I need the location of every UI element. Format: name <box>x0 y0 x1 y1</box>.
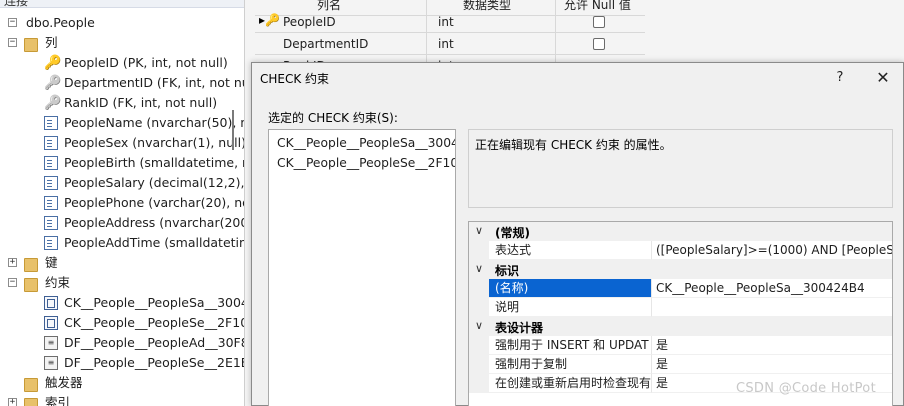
property-name: (名称) <box>489 279 652 298</box>
check-constraint-dialog: CHECK 约束 ? ✕ 选定的 CHECK 约束(S): CK__People… <box>251 62 904 406</box>
column-label: PeopleAddress (nvarchar(200 <box>64 215 245 230</box>
column-label: DepartmentID (FK, int, not nu <box>64 75 245 90</box>
default-constraint-icon: ≡ <box>44 336 58 350</box>
check-constraint-icon <box>44 296 58 310</box>
description-panel: 正在编辑现有 CHECK 约束 的属性。 <box>468 129 893 208</box>
property-value[interactable]: 是 <box>652 355 892 374</box>
collapse-icon[interactable]: ∨ <box>475 224 483 237</box>
constraint-list-item[interactable]: CK__People__PeopleSe__2F1000 <box>277 154 455 172</box>
column-label: PeopleAddTime (smalldatetim <box>64 235 245 250</box>
constraint-label: DF__People__PeopleAd__30F8 <box>64 335 245 350</box>
data-type-cell[interactable]: int <box>431 33 556 55</box>
constraint-label: CK__People__PeopleSe__2F10 <box>64 315 245 330</box>
constraints-folder-label: 约束 <box>45 275 71 290</box>
column-label: PeopleName (nvarchar(50), n <box>64 115 245 130</box>
property-description[interactable]: 说明 <box>469 298 892 317</box>
description-text: 正在编辑现有 CHECK 约束 的属性。 <box>475 138 672 152</box>
property-name: 强制用于 INSERT 和 UPDAT <box>489 336 652 355</box>
dialog-title: CHECK 约束 <box>260 72 330 86</box>
collapse-icon[interactable]: ∨ <box>475 319 483 332</box>
table-name: dbo.People <box>26 15 95 30</box>
selected-constraints-label: 选定的 CHECK 约束(S): <box>268 111 398 125</box>
collapse-icon[interactable]: − <box>8 38 17 47</box>
property-name-row[interactable]: (名称) CK__People__PeopleSa__300424B4 <box>469 279 892 298</box>
constraint-label: CK__People__PeopleSa__3004 <box>64 295 245 310</box>
explorer-scrollbar[interactable] <box>232 110 234 150</box>
category-general[interactable]: ∨ (常规) <box>469 222 892 241</box>
column-label: PeopleID (PK, int, not null) <box>64 55 228 70</box>
property-grid[interactable]: ∨ (常规) 表达式 ([PeopleSalary]>=(1000) AND [… <box>468 221 893 406</box>
folder-icon <box>24 378 38 392</box>
grid-row[interactable]: DepartmentID int <box>255 33 645 55</box>
property-enforce-insert-update[interactable]: 强制用于 INSERT 和 UPDAT 是 <box>469 336 892 355</box>
keys-folder-label: 键 <box>45 255 58 270</box>
property-name: 在创建或重新启用时检查现有 <box>489 374 652 393</box>
column-icon <box>44 156 58 170</box>
allow-nulls-cell[interactable] <box>556 11 641 33</box>
collapse-icon[interactable]: − <box>8 18 17 27</box>
gray-key-icon: 🔑 <box>44 75 62 91</box>
constraint-list-item[interactable]: CK__People__PeopleSa__300424 <box>277 134 455 152</box>
close-button[interactable]: ✕ <box>870 67 896 89</box>
help-button[interactable]: ? <box>829 67 851 89</box>
folder-icon <box>24 278 38 292</box>
property-value[interactable]: ([PeopleSalary]>=(1000) AND [PeopleSal <box>652 241 892 260</box>
triggers-folder-label: 触发器 <box>45 375 83 390</box>
category-table-designer[interactable]: ∨ 表设计器 <box>469 317 892 336</box>
grid-row[interactable]: ▸🔑 PeopleID int <box>255 11 645 33</box>
column-icon <box>44 116 58 130</box>
property-value[interactable]: CK__People__PeopleSa__300424B4 <box>652 279 892 298</box>
category-label: (常规) <box>495 226 530 240</box>
expand-icon[interactable]: + <box>8 398 17 406</box>
collapse-icon[interactable]: − <box>8 278 17 287</box>
category-label: 标识 <box>495 264 520 278</box>
column-icon <box>44 176 58 190</box>
property-name: 表达式 <box>489 241 652 260</box>
gray-key-icon: 🔑 <box>44 95 62 111</box>
columns-folder-label: 列 <box>45 35 58 50</box>
expand-icon[interactable]: + <box>8 258 17 267</box>
indexes-folder-label: 索引 <box>45 395 71 406</box>
folder-icon <box>24 38 38 52</box>
column-label: PeopleSalary (decimal(12,2), <box>64 175 245 190</box>
folder-icon <box>24 398 38 406</box>
property-name: 说明 <box>489 298 652 317</box>
collapse-icon[interactable]: ∨ <box>475 262 483 275</box>
allow-nulls-checkbox[interactable] <box>593 38 605 50</box>
column-icon <box>44 196 58 210</box>
property-enforce-replication[interactable]: 强制用于复制 是 <box>469 355 892 374</box>
check-constraint-icon <box>44 316 58 330</box>
property-value[interactable]: 是 <box>652 336 892 355</box>
property-value[interactable] <box>652 298 892 317</box>
folder-icon <box>24 258 38 272</box>
constraint-list[interactable]: CK__People__PeopleSa__300424 CK__People_… <box>268 129 456 406</box>
column-label: PeopleBirth (smalldatetime, n <box>64 155 245 170</box>
object-explorer: 连接 − dbo.People − 列 🔑 PeopleID (PK, int, … <box>0 0 245 406</box>
watermark: CSDN @Code HotPot <box>736 381 876 396</box>
column-icon <box>44 136 58 150</box>
column-label: PeopleSex (nvarchar(1), null) <box>64 135 245 150</box>
allow-nulls-checkbox[interactable] <box>593 16 605 28</box>
gold-key-icon: 🔑 <box>44 55 62 71</box>
property-expression[interactable]: 表达式 ([PeopleSalary]>=(1000) AND [PeopleS… <box>469 241 892 260</box>
column-icon <box>44 216 58 230</box>
connect-button[interactable]: 连接 <box>4 0 28 9</box>
column-name-cell[interactable]: PeopleID <box>277 11 427 33</box>
category-label: 表设计器 <box>495 321 544 335</box>
explorer-toolbar: 连接 <box>0 0 244 9</box>
column-icon <box>44 236 58 250</box>
property-name: 强制用于复制 <box>489 355 652 374</box>
column-label: RankID (FK, int, not null) <box>64 95 218 110</box>
default-constraint-icon: ≡ <box>44 356 58 370</box>
data-type-cell[interactable]: int <box>431 11 556 33</box>
constraint-label: DF__People__PeopleSe__2E1B <box>64 355 245 370</box>
allow-nulls-cell[interactable] <box>556 33 641 55</box>
column-name-cell[interactable]: DepartmentID <box>277 33 427 55</box>
column-label: PeoplePhone (varchar(20), no <box>64 195 245 210</box>
category-identity[interactable]: ∨ 标识 <box>469 260 892 279</box>
